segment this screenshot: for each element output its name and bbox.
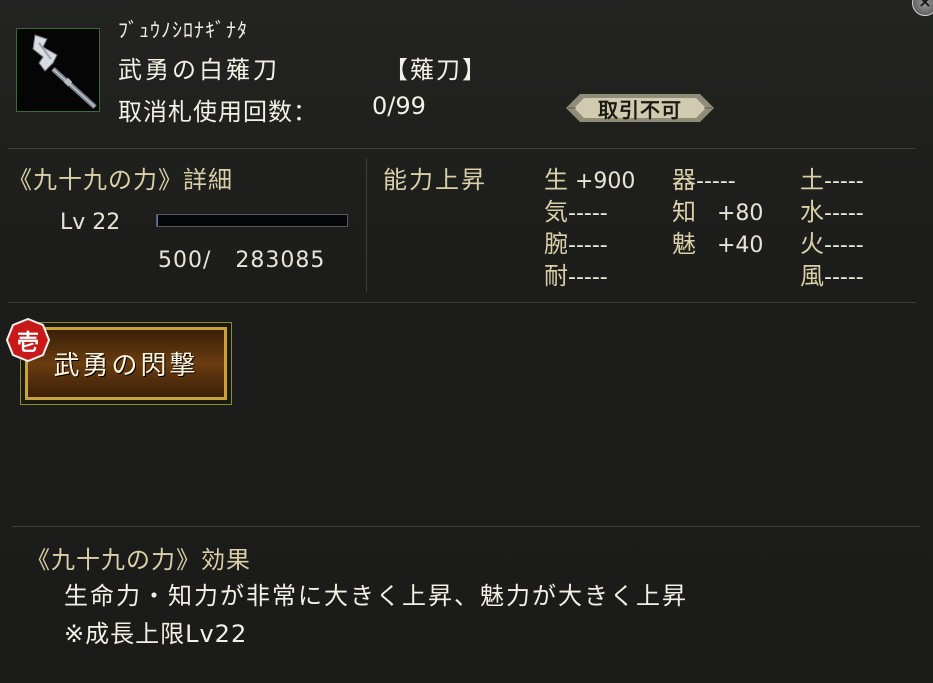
- effect-description: 生命力・知力が非常に大きく上昇、魅力が大きく上昇: [64, 582, 688, 610]
- stat-value: +900: [568, 169, 636, 194]
- exp-text: 500/ 283085: [158, 248, 326, 273]
- trade-status-badge: 取引不可: [566, 93, 714, 123]
- stat-fire: 火-----: [800, 224, 864, 259]
- stat-value: -----: [568, 265, 608, 290]
- ability-title: 能力上昇: [383, 166, 487, 194]
- stat-dexterity: 器-----: [672, 160, 736, 195]
- stat-key: 土: [800, 166, 824, 194]
- stat-water: 水-----: [800, 192, 864, 227]
- stat-key: 生: [544, 166, 568, 194]
- skill-name: 武勇の閃撃: [53, 351, 199, 381]
- close-icon[interactable]: ×: [912, 0, 933, 16]
- divider: [366, 158, 367, 292]
- rank-text: 壱: [16, 331, 39, 356]
- stat-value: -----: [824, 169, 864, 194]
- effect-title: 《九十九の力》効果: [26, 546, 251, 574]
- stat-wind: 風-----: [800, 256, 864, 291]
- item-name: 武勇の白薙刀: [118, 56, 280, 84]
- stat-value: -----: [824, 265, 864, 290]
- stat-key: 風: [800, 262, 824, 290]
- growth-limit-note: ※成長上限Lv22: [64, 620, 248, 648]
- item-detail-panel: × ﾌﾞｭｳﾉｼﾛﾅｷﾞﾅﾀ 武勇の白薙刀 【薙刀】 取消札使用回数： 0/99…: [0, 0, 933, 683]
- stat-value: +40: [696, 233, 764, 258]
- stat-spirit: 気-----: [544, 192, 608, 227]
- stat-endurance: 耐-----: [544, 256, 608, 291]
- level-label: Lv 22: [60, 210, 121, 235]
- divider: [12, 526, 920, 527]
- stat-value: -----: [568, 201, 608, 226]
- stat-charm: 魅 +40: [672, 224, 763, 259]
- skill-card[interactable]: 武勇の閃撃: [20, 322, 232, 405]
- item-category: 【薙刀】: [384, 56, 488, 84]
- divider: [8, 148, 916, 149]
- exp-progress-bar: [156, 214, 348, 227]
- stat-value: -----: [824, 201, 864, 226]
- stat-key: 魅: [672, 230, 696, 258]
- stat-key: 知: [672, 198, 696, 226]
- rank-badge: 壱: [5, 317, 51, 363]
- stat-life: 生 +900: [544, 160, 635, 195]
- stat-value: -----: [696, 169, 736, 194]
- item-furigana: ﾌﾞｭｳﾉｼﾛﾅｷﾞﾅﾀ: [118, 18, 248, 42]
- stat-arm: 腕-----: [544, 224, 608, 259]
- usage-label: 取消札使用回数：: [118, 98, 318, 126]
- stat-key: 腕: [544, 230, 568, 258]
- stat-key: 器: [672, 166, 696, 194]
- stat-earth: 土-----: [800, 160, 864, 195]
- stat-key: 気: [544, 198, 568, 226]
- usage-value: 0/99: [372, 92, 426, 120]
- divider: [8, 302, 916, 303]
- stat-key: 火: [800, 230, 824, 258]
- stat-value: +80: [696, 201, 764, 226]
- naginata-icon: [16, 28, 100, 112]
- skill-plate: 武勇の閃撃: [25, 327, 227, 400]
- stat-key: 耐: [544, 262, 568, 290]
- stat-intellect: 知 +80: [672, 192, 763, 227]
- trade-status-text: 取引不可: [598, 97, 682, 122]
- stat-value: -----: [824, 233, 864, 258]
- stat-value: -----: [568, 233, 608, 258]
- details-title: 《九十九の力》詳細: [8, 166, 233, 194]
- stat-key: 水: [800, 198, 824, 226]
